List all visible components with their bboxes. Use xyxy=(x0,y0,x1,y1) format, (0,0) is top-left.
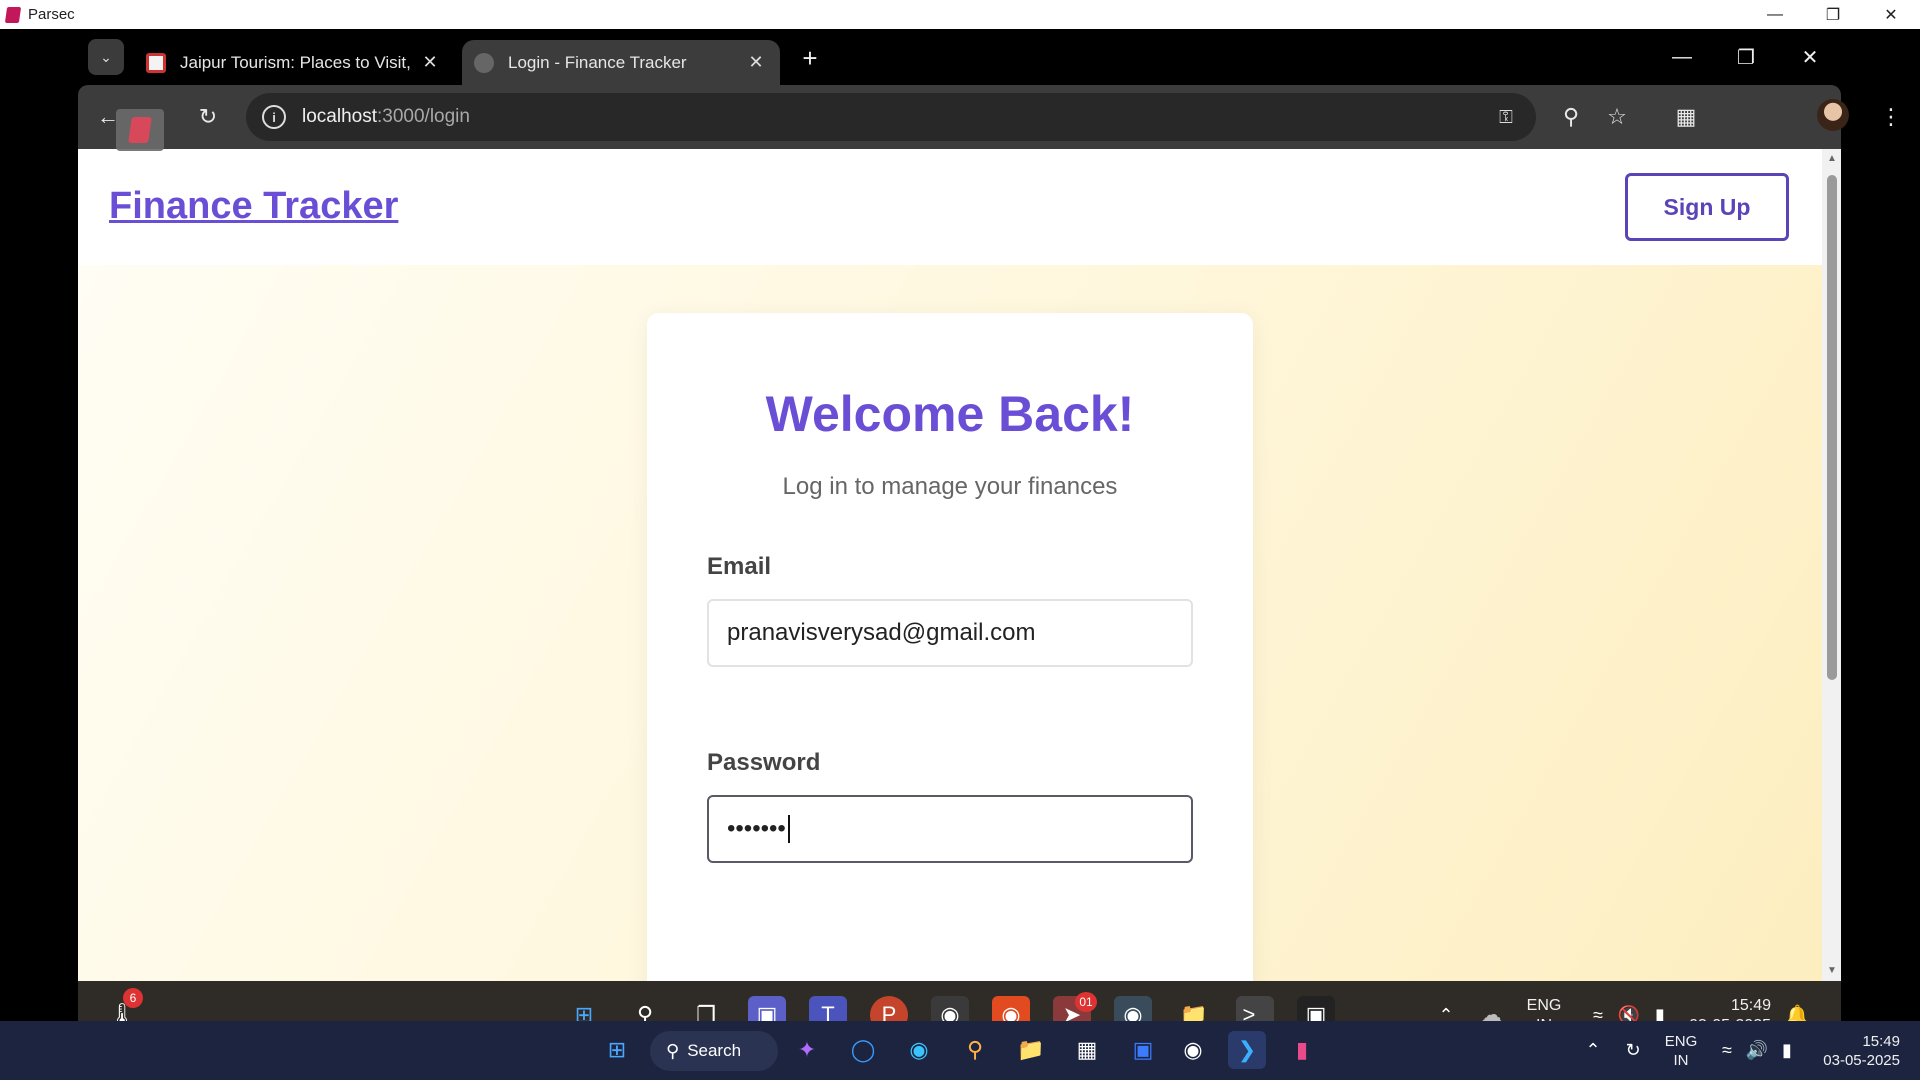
scroll-up-icon[interactable]: ▲ xyxy=(1825,153,1839,165)
minimize-icon[interactable]: — xyxy=(1654,39,1710,75)
url-text: localhost:3000/login xyxy=(302,106,470,128)
app-blue-icon[interactable]: ▣ xyxy=(1124,1031,1162,1069)
clock-time: 15:49 xyxy=(1730,997,1771,1014)
browser-window: ⌄ Jaipur Tourism: Places to Visit, S ✕ L… xyxy=(0,29,1920,981)
parsec-window-controls: — ❐ ✕ xyxy=(1746,0,1920,29)
copilot-icon[interactable]: ✦ xyxy=(788,1031,826,1069)
password-value: ••••••• xyxy=(727,815,786,842)
reload-icon[interactable]: ↻ xyxy=(190,99,226,135)
restore-icon[interactable]: ❐ xyxy=(1718,39,1774,75)
close-icon[interactable]: ✕ xyxy=(1782,39,1838,75)
parsec-title: Parsec xyxy=(28,6,75,23)
clock[interactable]: 15:49 03-05-2025 xyxy=(1800,1032,1900,1070)
login-card: Welcome Back! Log in to manage your fina… xyxy=(647,313,1253,981)
local-taskbar: ⊞ ⚲ Search ✦ ◯ ◉ ⚲ 📁 ▦ ▣ ◉ ❯ ▮ ⌃ ↻ ENG I… xyxy=(0,1021,1920,1080)
tab-login-finance-tracker[interactable]: Login - Finance Tracker ✕ xyxy=(462,40,780,85)
taskbar-search-label: Search xyxy=(687,1041,742,1060)
profile-avatar[interactable] xyxy=(1817,99,1849,131)
parsec-logo-icon xyxy=(4,6,22,23)
vscode-icon[interactable]: ❯ xyxy=(1228,1031,1266,1069)
page-scrollbar[interactable]: ▲ ▼ xyxy=(1822,149,1841,981)
weather-badge: 6 xyxy=(123,988,143,1008)
parsec-taskbar-icon[interactable]: ▮ xyxy=(1283,1031,1321,1069)
email-field[interactable]: pranavisverysad@gmail.com xyxy=(707,599,1193,667)
tab-close-icon[interactable]: ✕ xyxy=(416,52,444,73)
browser-toolbar: ← ↻ i localhost:3000/login ⚿ ⚲ ☆ ▦ ⋮ xyxy=(78,85,1902,149)
hero-background: Welcome Back! Log in to manage your fina… xyxy=(78,265,1822,981)
telegram-badge: 01 xyxy=(1075,992,1097,1012)
key-icon[interactable]: ⚿ xyxy=(1492,103,1520,131)
tab-close-icon[interactable]: ✕ xyxy=(742,52,770,73)
parsec-overlay-icon[interactable] xyxy=(116,109,164,151)
welcome-heading: Welcome Back! xyxy=(765,386,1135,442)
email-value: pranavisverysad@gmail.com xyxy=(727,619,1036,646)
cortana-icon[interactable]: ◯ xyxy=(844,1031,882,1069)
address-bar[interactable]: i localhost:3000/login ⚿ xyxy=(246,93,1536,141)
store-icon[interactable]: ▦ xyxy=(1068,1031,1106,1069)
sync-icon[interactable]: ↻ xyxy=(1614,1031,1652,1069)
lang-line1: ENG xyxy=(1664,1033,1698,1050)
extensions-icon[interactable]: ▦ xyxy=(1668,99,1704,135)
email-label: Email xyxy=(707,553,772,580)
lang-line1: ENG xyxy=(1526,997,1562,1014)
windows-start-icon[interactable]: ⊞ xyxy=(598,1031,636,1069)
url-path: :3000/login xyxy=(377,106,470,127)
page-viewport: Finance Tracker Sign Up Welcome Back! Lo… xyxy=(78,149,1841,981)
url-host: localhost xyxy=(302,106,377,127)
magnifier-app-icon[interactable]: ⚲ xyxy=(956,1031,994,1069)
edge-icon[interactable]: ◉ xyxy=(900,1031,938,1069)
clock-date: 03-05-2025 xyxy=(1823,1052,1900,1069)
login-subtitle: Log in to manage your finances xyxy=(782,473,1118,500)
clock-time: 15:49 xyxy=(1862,1033,1900,1050)
remote-desktop: ⌄ Jaipur Tourism: Places to Visit, S ✕ L… xyxy=(0,29,1920,1051)
sign-up-button[interactable]: Sign Up xyxy=(1625,173,1789,241)
menu-kebab-icon[interactable]: ⋮ xyxy=(1873,99,1909,135)
site-header: Finance Tracker Sign Up xyxy=(78,149,1822,265)
password-label: Password xyxy=(707,749,821,776)
site-info-icon[interactable]: i xyxy=(262,105,286,129)
taskbar-search[interactable]: ⚲ Search xyxy=(650,1031,778,1071)
search-icon: ⚲ xyxy=(666,1040,680,1061)
close-icon[interactable]: ✕ xyxy=(1862,0,1920,29)
new-tab-button[interactable]: + xyxy=(795,43,825,73)
globe-favicon-icon xyxy=(474,52,494,73)
tab-search-button[interactable]: ⌄ xyxy=(88,39,124,75)
zoom-icon[interactable]: ⚲ xyxy=(1553,99,1589,135)
bookmark-star-icon[interactable]: ☆ xyxy=(1599,99,1635,135)
lang-line2: IN xyxy=(1673,1052,1689,1069)
file-explorer-icon[interactable]: 📁 xyxy=(1012,1031,1050,1069)
minimize-icon[interactable]: — xyxy=(1746,0,1804,29)
chrome-icon[interactable]: ◉ xyxy=(1174,1031,1212,1069)
password-field[interactable]: ••••••• xyxy=(707,795,1193,863)
restore-icon[interactable]: ❐ xyxy=(1804,0,1862,29)
site-favicon-icon xyxy=(146,52,166,73)
tab-strip: ⌄ Jaipur Tourism: Places to Visit, S ✕ L… xyxy=(0,29,1920,85)
chevron-up-icon[interactable]: ⌃ xyxy=(1574,1031,1612,1069)
brand-link[interactable]: Finance Tracker xyxy=(109,185,398,228)
tab-label: Jaipur Tourism: Places to Visit, S xyxy=(180,52,416,72)
parsec-title-bar: Parsec — ❐ ✕ xyxy=(0,0,1920,29)
scroll-thumb[interactable] xyxy=(1827,175,1837,680)
tab-label: Login - Finance Tracker xyxy=(508,52,687,72)
tab-jaipur-tourism[interactable]: Jaipur Tourism: Places to Visit, S ✕ xyxy=(134,40,454,85)
language-indicator[interactable]: ENG IN xyxy=(1654,1032,1708,1070)
text-caret xyxy=(787,815,790,843)
scroll-down-icon[interactable]: ▼ xyxy=(1825,965,1839,977)
